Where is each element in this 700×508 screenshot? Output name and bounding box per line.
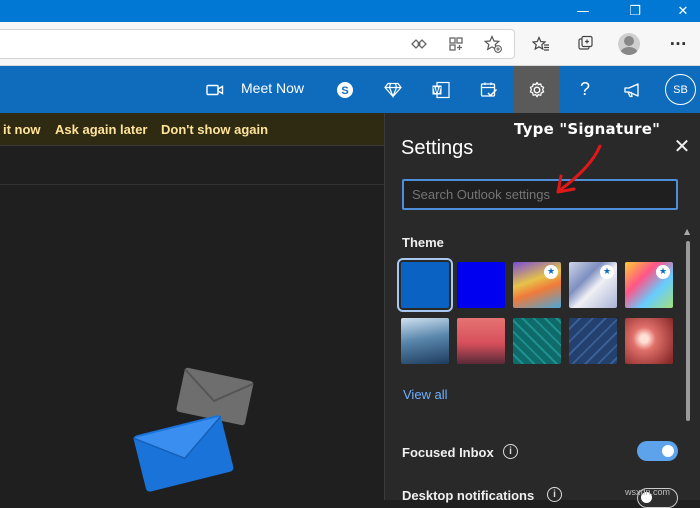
settings-scrollbar[interactable]: [686, 241, 690, 421]
rainbow-waves-theme[interactable]: ★: [513, 262, 561, 308]
apps-icon[interactable]: [442, 30, 470, 58]
close-glyph: ✕: [673, 134, 691, 158]
premium-star-icon: ★: [544, 265, 558, 279]
focused-inbox-label: Focused Inbox: [402, 445, 494, 460]
add-favorite-icon[interactable]: [479, 30, 507, 58]
blueprint-theme[interactable]: [569, 318, 617, 364]
red-arrow-icon: [556, 144, 602, 194]
settings-title: Settings: [401, 137, 474, 159]
office-word-icon[interactable]: W: [421, 66, 461, 113]
meet-now-label[interactable]: Meet Now: [241, 80, 304, 96]
focused-inbox-toggle[interactable]: [637, 441, 678, 461]
scroll-up-icon[interactable]: ▲: [684, 227, 690, 236]
help-icon[interactable]: ?: [565, 66, 605, 113]
settings-panel: Settings ✕ Theme ★ ★ ★ View all Focused In…: [384, 113, 700, 508]
help-glyph: ?: [579, 79, 590, 99]
premium-diamond-icon[interactable]: [373, 66, 413, 113]
mail-list-pane: [0, 146, 384, 500]
premium-star-icon: ★: [656, 265, 670, 279]
empty-mail-illustration-icon: [133, 367, 254, 492]
notice-action-dont-show[interactable]: Don't show again: [161, 122, 268, 137]
info-icon[interactable]: i: [503, 444, 518, 459]
account-avatar[interactable]: SB: [665, 74, 696, 105]
restore-button[interactable]: ❐: [612, 0, 658, 22]
feedback-megaphone-icon[interactable]: [613, 66, 653, 113]
view-all-themes-link[interactable]: View all: [403, 387, 448, 402]
skype-icon[interactable]: S: [325, 66, 365, 113]
notice-action-try-it-now[interactable]: it now: [3, 122, 41, 137]
more-icon[interactable]: ···: [664, 30, 692, 58]
window-close-button[interactable]: ✕: [660, 0, 700, 22]
bright-blue-theme[interactable]: [457, 262, 505, 308]
tutorial-annotation: Type "Signature": [514, 120, 661, 138]
ocean-wave-theme[interactable]: [401, 318, 449, 364]
favorites-icon[interactable]: [527, 30, 555, 58]
notification-bar: it now Ask again later Don't show again: [0, 113, 384, 146]
browser-toolbar: ···: [0, 22, 700, 66]
premium-star-icon: ★: [600, 265, 614, 279]
minimize-button[interactable]: —: [560, 0, 606, 22]
more-glyph: ···: [669, 35, 687, 53]
read-aloud-icon[interactable]: [405, 30, 433, 58]
watermark: wsxdn.com: [625, 487, 671, 497]
desktop-notifications-label: Desktop notifications: [402, 488, 535, 503]
search-settings-input[interactable]: [402, 179, 678, 210]
blue-solid-theme[interactable]: [397, 258, 453, 312]
settings-close-icon[interactable]: ✕: [671, 134, 693, 158]
toggle-knob: [662, 445, 674, 457]
theme-heading: Theme: [402, 235, 444, 250]
info-glyph: i: [553, 489, 556, 500]
circuit-board-theme[interactable]: [513, 318, 561, 364]
info-glyph: i: [509, 446, 512, 457]
address-bar[interactable]: [0, 29, 515, 59]
window-close-icon: ✕: [677, 3, 689, 19]
palm-sunset-theme[interactable]: [457, 318, 505, 364]
silver-swirl-theme[interactable]: ★: [569, 262, 617, 308]
notice-action-ask-later[interactable]: Ask again later: [55, 122, 148, 137]
svg-text:S: S: [341, 85, 348, 97]
meet-now-icon[interactable]: [195, 66, 235, 113]
outlook-header-bar: Meet Now S W ?: [0, 66, 700, 113]
collections-icon[interactable]: [571, 30, 599, 58]
window-title-bar: — ❐ ✕: [0, 0, 700, 22]
pane-divider: [0, 184, 384, 185]
red-bokeh-theme[interactable]: [625, 318, 673, 364]
restore-icon: ❐: [629, 3, 641, 19]
browser-profile-avatar[interactable]: [618, 33, 640, 55]
svg-text:W: W: [433, 86, 441, 95]
minimize-icon: —: [576, 3, 590, 19]
settings-gear-icon[interactable]: [513, 66, 560, 113]
my-day-icon[interactable]: [469, 66, 509, 113]
colorful-art-theme[interactable]: ★: [625, 262, 673, 308]
